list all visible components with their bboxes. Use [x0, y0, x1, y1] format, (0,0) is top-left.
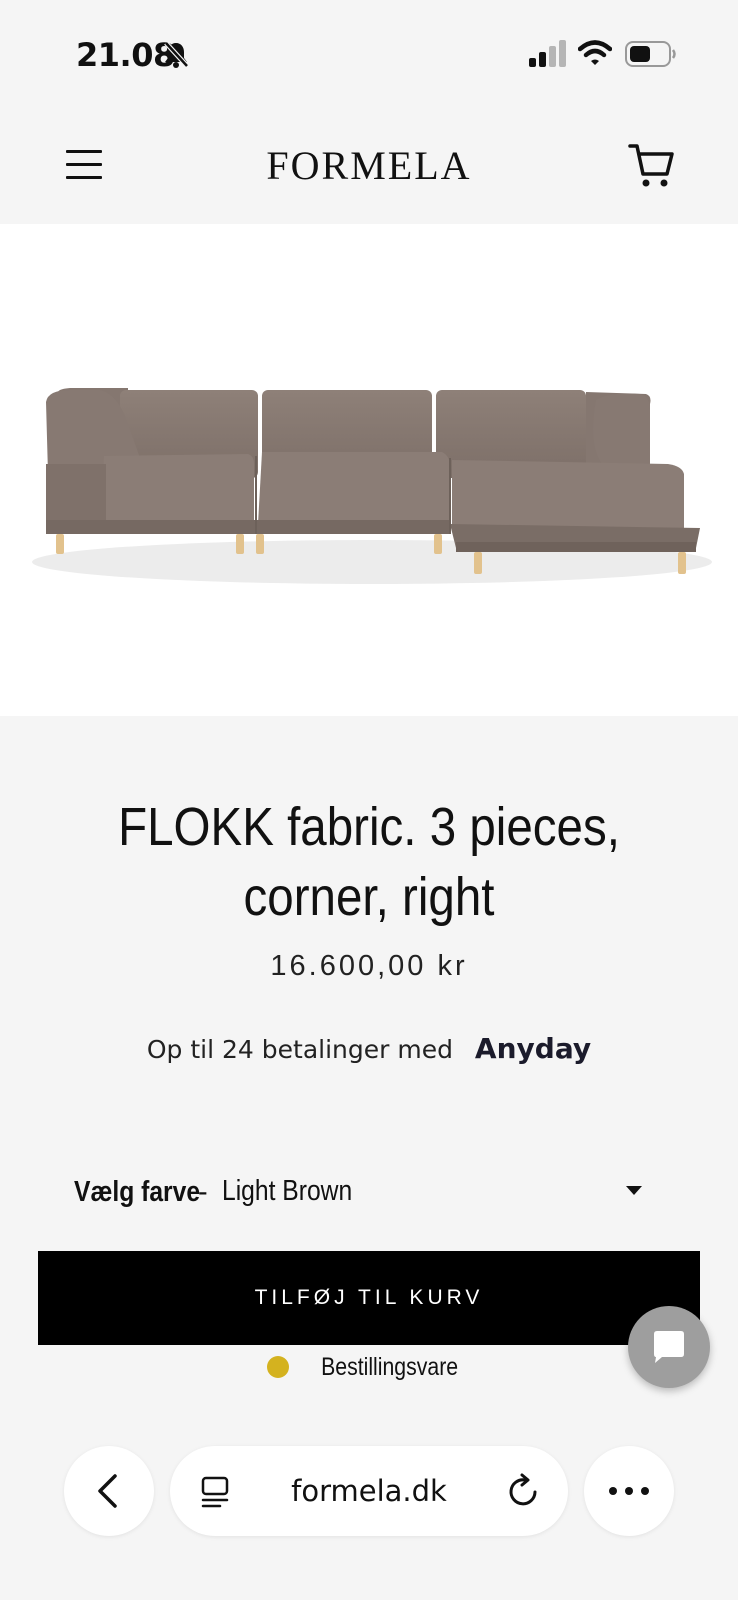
stock-status-dot — [267, 1356, 290, 1379]
installments-text: Op til 24 betalinger med — [146, 1035, 453, 1064]
browser-back-button[interactable] — [64, 1446, 154, 1536]
chat-button[interactable] — [628, 1306, 710, 1388]
color-separator: - — [198, 1176, 208, 1208]
product-image[interactable] — [0, 224, 738, 716]
chevron-down-icon — [626, 1186, 642, 1195]
color-value: Light Brown — [222, 1175, 353, 1207]
add-to-cart-button[interactable]: TILFØJ TIL KURV — [38, 1251, 700, 1345]
site-header: FORMELA — [0, 110, 738, 224]
signal-icon — [529, 40, 566, 67]
browser-toolbar: formela.dk — [0, 1446, 738, 1546]
anyday-logo: Anyday — [474, 1032, 592, 1065]
more-button[interactable] — [584, 1446, 674, 1536]
cart-icon[interactable] — [628, 142, 674, 190]
product-title: FLOKK fabric. 3 pieces, corner, right — [118, 797, 620, 927]
more-icon — [609, 1487, 649, 1495]
wifi-icon — [578, 40, 612, 65]
address-bar[interactable]: formela.dk — [170, 1446, 568, 1536]
product-price: 16.600,00 kr — [270, 950, 468, 982]
color-select[interactable]: Vælg farve - Light Brown — [74, 1172, 664, 1218]
chat-bubble-icon — [654, 1331, 684, 1363]
back-chevron-icon — [98, 1474, 117, 1508]
bell-muted-icon — [164, 41, 189, 68]
stock-status-text: Bestillingsvare — [321, 1352, 459, 1381]
sofa-illustration — [32, 388, 712, 584]
installments-info[interactable]: Op til 24 betalinger med Anyday — [0, 1032, 738, 1065]
battery-icon — [625, 41, 676, 67]
status-bar: 21.08 — [0, 0, 738, 110]
reload-icon[interactable] — [508, 1473, 540, 1507]
status-time: 21.08 — [76, 36, 175, 74]
color-label: Vælg farve — [74, 1176, 201, 1208]
